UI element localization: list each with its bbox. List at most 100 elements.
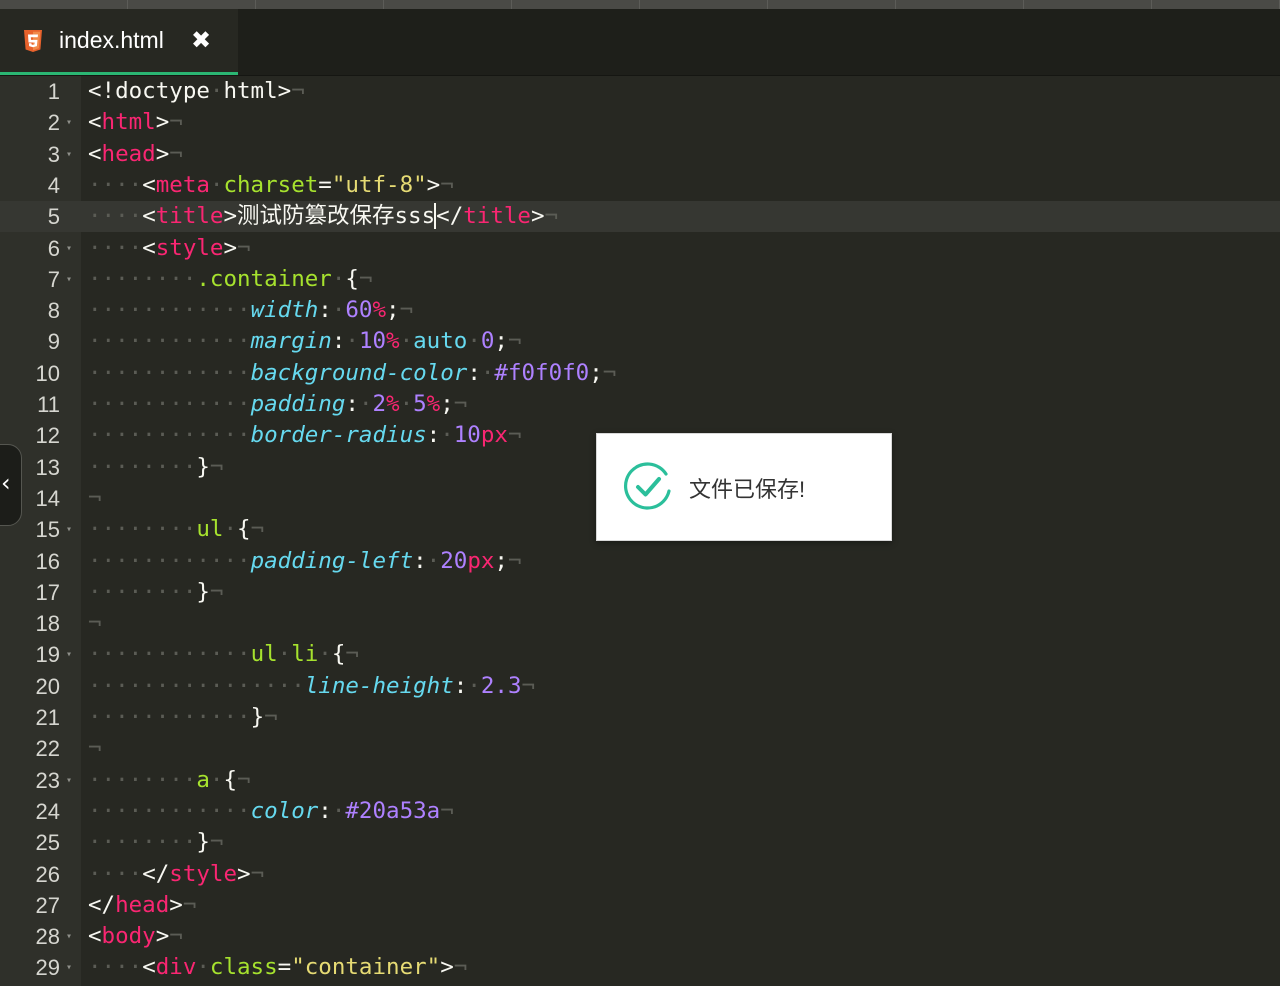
code-line-8[interactable]: 8 ············width:·60%;¬: [0, 295, 1280, 326]
code-line-4[interactable]: 4 ····<meta·charset="utf-8">¬: [0, 170, 1280, 201]
fold-arrow-icon[interactable]: ▾: [66, 765, 72, 796]
line-number: 18: [35, 611, 60, 637]
code-line-3[interactable]: 3 ▾ <head>¬: [0, 139, 1280, 170]
code-line-28[interactable]: 28 ▾ <body>¬: [0, 921, 1280, 952]
tab-bar: index.html ✖: [0, 9, 1280, 76]
code-text: ············border-radius:·10px¬: [88, 422, 522, 449]
code-text: ¬: [88, 610, 102, 637]
save-toast: 文件已保存!: [596, 433, 892, 541]
line-number: 7: [47, 266, 60, 292]
line-number: 1: [47, 79, 60, 104]
active-tab-indicator: [0, 72, 238, 75]
line-number: 19: [35, 642, 60, 668]
code-text: ····</style>¬: [88, 860, 265, 887]
line-number: 17: [35, 579, 60, 605]
code-text: ····<meta·charset="utf-8">¬: [88, 171, 454, 198]
line-number: 10: [35, 360, 60, 386]
fold-arrow-icon[interactable]: ▾: [66, 233, 72, 264]
sidebar-collapse-handle[interactable]: ‹: [0, 444, 22, 526]
code-line-22[interactable]: 22 ¬: [0, 733, 1280, 764]
tab-label: index.html: [59, 27, 164, 53]
code-text: <head>¬: [88, 140, 183, 167]
fold-arrow-icon[interactable]: ▾: [66, 639, 72, 670]
code-text: </head>¬: [88, 891, 197, 918]
code-text: ¬: [88, 735, 102, 762]
code-text: ············ul·li·{¬: [88, 641, 359, 668]
line-number: 2: [47, 110, 60, 136]
code-line-2[interactable]: 2 ▾ <html>¬: [0, 107, 1280, 138]
html5-icon: [24, 30, 42, 52]
code-line-1[interactable]: 1 <!doctype·html>¬: [0, 76, 1280, 107]
code-line-19[interactable]: 19 ▾ ············ul·li·{¬: [0, 639, 1280, 670]
code-line-25[interactable]: 25 ········}¬: [0, 827, 1280, 858]
code-text: <!doctype·html>¬: [88, 78, 305, 104]
code-text: ············padding:·2%·5%;¬: [88, 391, 468, 417]
code-line-27[interactable]: 27 </head>¬: [0, 890, 1280, 921]
tab-index-html[interactable]: index.html ✖: [0, 9, 238, 75]
line-number: 23: [35, 767, 60, 793]
line-number: 28: [35, 924, 60, 950]
code-line-21[interactable]: 21 ············}¬: [0, 702, 1280, 733]
code-line-23[interactable]: 23 ▾ ········a·{¬: [0, 765, 1280, 796]
code-line-17[interactable]: 17 ········}¬: [0, 577, 1280, 608]
code-line-7[interactable]: 7 ▾ ········.container·{¬: [0, 264, 1280, 295]
code-line-11[interactable]: 11 ············padding:·2%·5%;¬: [0, 389, 1280, 420]
line-number: 11: [37, 392, 60, 417]
code-line-6[interactable]: 6 ▾ ····<style>¬: [0, 233, 1280, 264]
line-number: 29: [35, 955, 60, 981]
fold-arrow-icon[interactable]: ▾: [66, 139, 72, 170]
line-number: 4: [47, 172, 60, 198]
code-text: ············width:·60%;¬: [88, 297, 414, 324]
line-number: 20: [35, 673, 60, 699]
line-number: 26: [35, 861, 60, 887]
code-text: <body>¬: [88, 923, 183, 950]
code-text: ················line-height:·2.3¬: [88, 672, 536, 699]
code-line-16[interactable]: 16 ············padding-left:·20px;¬: [0, 546, 1280, 577]
toast-message: 文件已保存!: [689, 477, 806, 502]
code-line-24[interactable]: 24 ············color:·#20a53a¬: [0, 796, 1280, 827]
code-text: ····<div·class="container">¬: [88, 954, 468, 981]
fold-arrow-icon[interactable]: ▾: [66, 952, 72, 983]
code-line-26[interactable]: 26 ····</style>¬: [0, 859, 1280, 890]
code-text: ····<style>¬: [88, 234, 251, 261]
code-text: ¬: [88, 484, 102, 511]
code-text: ············color:·#20a53a¬: [88, 797, 454, 824]
code-line-18[interactable]: 18 ¬: [0, 608, 1280, 639]
code-text: ············background-color:·#f0f0f0;¬: [88, 359, 617, 386]
line-number: 3: [47, 141, 60, 167]
line-number: 8: [47, 298, 60, 324]
line-number: 22: [35, 736, 60, 762]
code-text: ········}¬: [88, 453, 224, 480]
line-number: 9: [47, 329, 60, 355]
line-number: 25: [35, 830, 60, 856]
line-number: 6: [47, 235, 60, 261]
code-text: ············padding-left:·20px;¬: [88, 547, 522, 574]
code-text: ············margin:·10%·auto·0;¬: [88, 328, 522, 355]
code-text: ········a·{¬: [88, 766, 251, 793]
line-number: 24: [35, 798, 60, 824]
code-line-29[interactable]: 29 ▾ ····<div·class="container">¬: [0, 952, 1280, 983]
code-text: ············}¬: [88, 704, 278, 730]
code-line-10[interactable]: 10 ············background-color:·#f0f0f0;…: [0, 358, 1280, 389]
line-number: 16: [35, 548, 60, 574]
line-number: 27: [35, 892, 60, 918]
line-number: 5: [47, 204, 60, 230]
close-icon[interactable]: ✖: [189, 28, 213, 52]
fold-arrow-icon[interactable]: ▾: [66, 921, 72, 952]
line-number: 21: [35, 705, 60, 730]
code-text: ····<title>测试防篡改保存sss</title>¬: [88, 203, 559, 230]
fold-arrow-icon[interactable]: ▾: [66, 264, 72, 295]
code-text: ········ul·{¬: [88, 516, 265, 543]
code-text: ········}¬: [88, 578, 224, 605]
code-text: ········.container·{¬: [88, 265, 373, 292]
window-top-strip: [0, 0, 1280, 9]
fold-arrow-icon[interactable]: ▾: [66, 107, 72, 138]
fold-arrow-icon[interactable]: ▾: [66, 514, 72, 545]
code-text: ········}¬: [88, 829, 224, 856]
code-text: <html>¬: [88, 109, 183, 136]
check-circle-icon: [624, 462, 671, 510]
code-line-20[interactable]: 20 ················line-height:·2.3¬: [0, 671, 1280, 702]
code-line-9[interactable]: 9 ············margin:·10%·auto·0;¬: [0, 326, 1280, 357]
chevron-left-icon: ‹: [1, 469, 11, 497]
code-line-5[interactable]: 5 ····<title>测试防篡改保存sss</title>¬: [0, 201, 1280, 233]
